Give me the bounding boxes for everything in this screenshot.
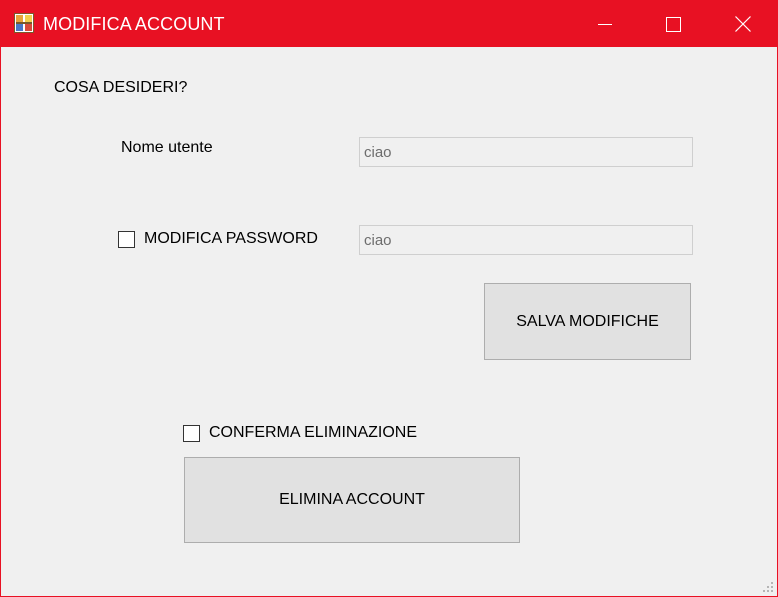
delete-account-button[interactable]: ELIMINA ACCOUNT: [184, 457, 520, 543]
app-icon: [14, 13, 34, 33]
checkbox-box[interactable]: [183, 424, 200, 442]
password-field[interactable]: [359, 225, 693, 255]
prompt-label: COSA DESIDERI?: [54, 79, 188, 96]
minimize-button[interactable]: [570, 1, 640, 47]
username-label: Nome utente: [121, 139, 213, 156]
save-changes-button[interactable]: SALVA MODIFICHE: [484, 283, 691, 360]
conferma-eliminazione-label: CONFERMA ELIMINAZIONE: [209, 424, 418, 441]
window-title: MODIFICA ACCOUNT: [43, 14, 225, 34]
modifica-password-checkbox[interactable]: MODIFICA PASSWORD: [118, 229, 318, 249]
modifica-password-label: MODIFICA PASSWORD: [144, 230, 318, 247]
modifica-account-window: MODIFICA ACCOUNT COSA DESIDERI? Nome ute…: [0, 0, 778, 597]
close-icon: [735, 16, 751, 32]
username-field[interactable]: [359, 137, 693, 167]
title-bar[interactable]: MODIFICA ACCOUNT: [1, 1, 777, 47]
conferma-eliminazione-checkbox[interactable]: CONFERMA ELIMINAZIONE: [183, 423, 417, 443]
minimize-icon: [598, 24, 612, 25]
resize-grip-icon[interactable]: [762, 581, 774, 593]
close-button[interactable]: [708, 1, 777, 47]
maximize-icon: [665, 16, 681, 32]
checkbox-box[interactable]: [118, 230, 135, 248]
maximize-button[interactable]: [638, 1, 708, 47]
